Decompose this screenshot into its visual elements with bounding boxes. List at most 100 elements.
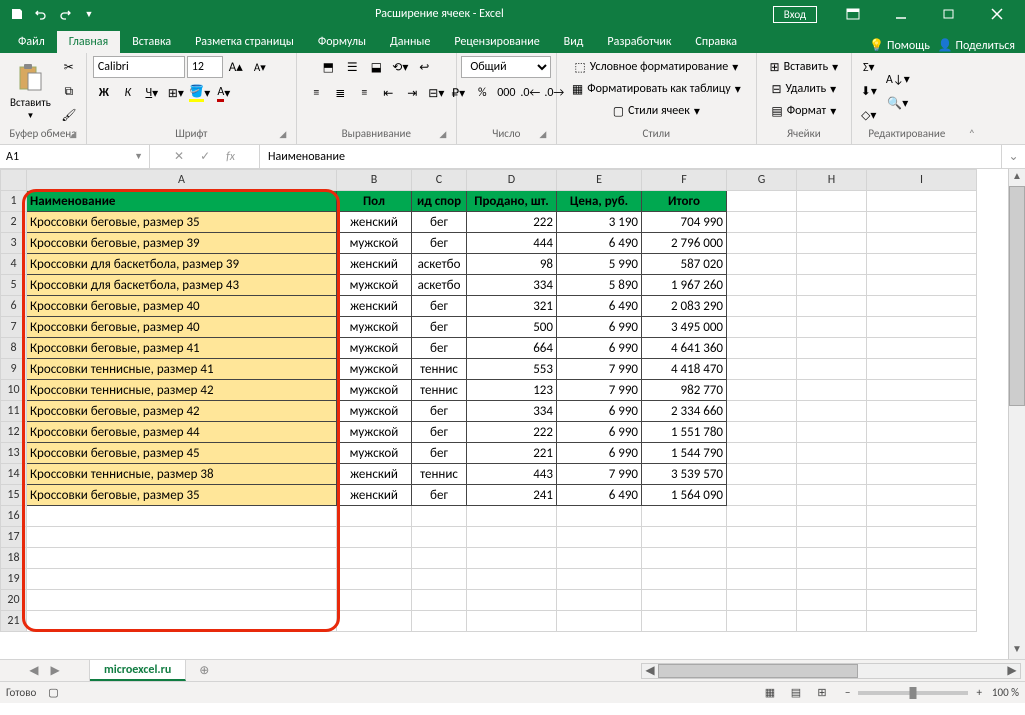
row-header[interactable]: 12 <box>1 422 27 443</box>
number-format-select[interactable]: Общий <box>461 56 551 78</box>
cell[interactable]: Кроссовки теннисные, размер 38 <box>27 464 337 485</box>
cell[interactable] <box>867 191 977 212</box>
cell[interactable] <box>797 212 867 233</box>
normal-view-icon[interactable]: ▦ <box>757 684 783 702</box>
cell[interactable] <box>797 422 867 443</box>
cell[interactable] <box>337 548 412 569</box>
cell[interactable]: Кроссовки теннисные, размер 42 <box>27 380 337 401</box>
cell[interactable] <box>467 548 557 569</box>
cell[interactable]: 3 539 570 <box>642 464 727 485</box>
cell[interactable]: 222 <box>467 422 557 443</box>
formula-bar[interactable]: Наименование <box>260 145 1001 168</box>
col-header[interactable]: I <box>867 170 977 191</box>
tab-insert[interactable]: Вставка <box>120 31 183 53</box>
cell[interactable] <box>27 527 337 548</box>
cell[interactable]: Кроссовки беговые, размер 35 <box>27 212 337 233</box>
cell[interactable]: 1 967 260 <box>642 275 727 296</box>
cell[interactable] <box>412 548 467 569</box>
row-header[interactable]: 19 <box>1 569 27 590</box>
cell[interactable] <box>797 506 867 527</box>
cell[interactable]: Наименование <box>27 191 337 212</box>
cell[interactable] <box>797 317 867 338</box>
cell[interactable]: 553 <box>467 359 557 380</box>
tab-help[interactable]: Справка <box>683 31 749 53</box>
increase-decimal-icon[interactable]: .0← <box>519 82 541 104</box>
currency-icon[interactable]: ₽▾ <box>447 82 469 104</box>
cell[interactable] <box>797 359 867 380</box>
cell[interactable] <box>727 317 797 338</box>
cell[interactable] <box>867 443 977 464</box>
cell[interactable]: 1 551 780 <box>642 422 727 443</box>
cell[interactable] <box>867 233 977 254</box>
cell[interactable]: женский <box>337 212 412 233</box>
cell[interactable] <box>727 527 797 548</box>
cell[interactable] <box>727 506 797 527</box>
cell[interactable]: 241 <box>467 485 557 506</box>
cell[interactable]: Кроссовки беговые, размер 40 <box>27 296 337 317</box>
row-header[interactable]: 8 <box>1 338 27 359</box>
new-sheet-icon[interactable]: ⊕ <box>186 660 222 681</box>
cell[interactable] <box>867 422 977 443</box>
cell[interactable] <box>467 569 557 590</box>
cell[interactable]: мужской <box>337 401 412 422</box>
cell[interactable]: 664 <box>467 338 557 359</box>
cell[interactable]: бег <box>412 212 467 233</box>
tab-formulas[interactable]: Формулы <box>306 31 378 53</box>
row-header[interactable]: 20 <box>1 590 27 611</box>
cell[interactable] <box>867 254 977 275</box>
cell[interactable]: 3 495 000 <box>642 317 727 338</box>
col-header[interactable]: G <box>727 170 797 191</box>
cell[interactable]: теннис <box>412 380 467 401</box>
save-icon[interactable] <box>8 5 26 23</box>
qat-dropdown-icon[interactable]: ▼ <box>80 5 98 23</box>
cell[interactable]: аскетбо <box>412 254 467 275</box>
cell[interactable]: женский <box>337 254 412 275</box>
delete-cells-button[interactable]: ⊟ Удалить ▾ <box>767 78 840 100</box>
conditional-formatting-button[interactable]: ⬚ Условное форматирование ▾ <box>570 56 742 78</box>
cell[interactable]: Кроссовки беговые, размер 42 <box>27 401 337 422</box>
cell[interactable] <box>467 611 557 632</box>
cell[interactable] <box>727 296 797 317</box>
cell[interactable] <box>642 506 727 527</box>
cell[interactable]: 7 990 <box>557 359 642 380</box>
cell[interactable]: 334 <box>467 275 557 296</box>
collapse-ribbon-icon[interactable]: ˄ <box>962 53 982 144</box>
align-middle-icon[interactable]: ☰ <box>341 56 363 78</box>
cell[interactable]: ид спор <box>412 191 467 212</box>
row-header[interactable]: 9 <box>1 359 27 380</box>
cell[interactable] <box>867 569 977 590</box>
cell[interactable]: 4 641 360 <box>642 338 727 359</box>
row-header[interactable]: 10 <box>1 380 27 401</box>
cell[interactable]: 6 490 <box>557 296 642 317</box>
bold-icon[interactable]: Ж <box>93 82 115 104</box>
cell[interactable]: бег <box>412 317 467 338</box>
cell[interactable]: Кроссовки беговые, размер 39 <box>27 233 337 254</box>
zoom-level[interactable]: 100 % <box>992 686 1019 699</box>
ribbon-display-icon[interactable] <box>831 1 875 27</box>
cell[interactable] <box>867 590 977 611</box>
cell[interactable] <box>727 548 797 569</box>
cell[interactable] <box>337 527 412 548</box>
cell[interactable] <box>797 254 867 275</box>
cell[interactable] <box>557 548 642 569</box>
row-header[interactable]: 2 <box>1 212 27 233</box>
fill-icon[interactable]: ⬇▾ <box>858 81 880 103</box>
cell[interactable] <box>27 506 337 527</box>
cell[interactable] <box>727 590 797 611</box>
cell[interactable]: 587 020 <box>642 254 727 275</box>
cell[interactable] <box>797 401 867 422</box>
cell[interactable]: 6 990 <box>557 317 642 338</box>
paste-button[interactable]: Вставить▼ <box>6 60 55 123</box>
cell[interactable]: Кроссовки для баскетбола, размер 43 <box>27 275 337 296</box>
cell[interactable]: Кроссовки для баскетбола, размер 39 <box>27 254 337 275</box>
font-launcher-icon[interactable]: ◢ <box>276 129 290 143</box>
cell[interactable]: мужской <box>337 359 412 380</box>
cell[interactable] <box>797 191 867 212</box>
row-header[interactable]: 3 <box>1 233 27 254</box>
cell[interactable] <box>727 611 797 632</box>
cell[interactable] <box>797 233 867 254</box>
cell-styles-button[interactable]: ▢ Стили ячеек ▾ <box>609 100 704 122</box>
format-painter-icon[interactable]: 🖌 <box>58 105 80 127</box>
cell[interactable] <box>797 485 867 506</box>
cell[interactable]: Цена, руб. <box>557 191 642 212</box>
